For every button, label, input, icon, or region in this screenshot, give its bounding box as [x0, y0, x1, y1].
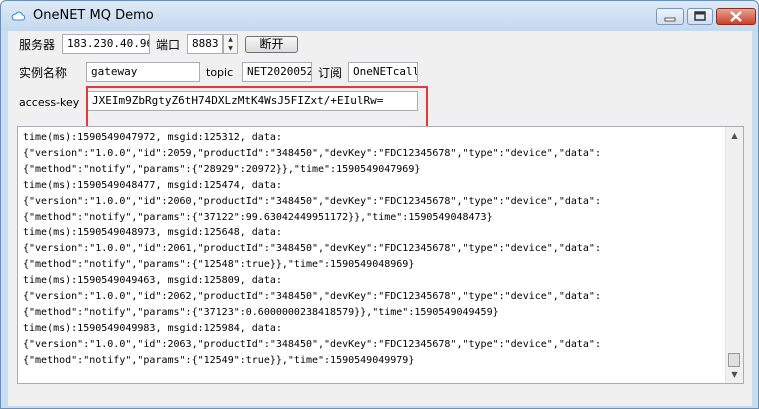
maximize-icon: [694, 11, 706, 21]
log-line: {"version":"1.0.0","id":2062,"productId"…: [23, 291, 601, 303]
log-line: time(ms):1590549048477, msgid:125474, da…: [23, 179, 282, 191]
log-line: time(ms):1590549047972, msgid:125312, da…: [23, 132, 282, 143]
log-line: {"version":"1.0.0","id":2061,"productId"…: [23, 243, 601, 255]
arrow-up-icon[interactable]: ▲: [726, 127, 743, 144]
maximize-button[interactable]: [687, 8, 713, 25]
port-stepper[interactable]: ▲ ▼: [223, 34, 238, 54]
message-log[interactable]: time(ms):1590549047972, msgid:125312, da…: [17, 126, 744, 384]
instance-name-field[interactable]: gateway: [86, 62, 200, 82]
access-key-label: access-key: [19, 96, 80, 109]
disconnect-button[interactable]: 断开: [245, 36, 298, 53]
port-field[interactable]: 8883: [187, 34, 223, 54]
close-icon: [730, 11, 742, 22]
scroll-thumb[interactable]: [728, 353, 740, 367]
log-line: time(ms):1590549049463, msgid:125809, da…: [23, 275, 282, 287]
log-line: {"method":"notify","params":{"37122":99.…: [23, 211, 493, 223]
log-line: {"method":"notify","params":{"37123":0.6…: [23, 306, 499, 318]
minimize-icon: [664, 17, 676, 22]
minimize-button[interactable]: [656, 8, 684, 25]
cloud-icon: [11, 11, 25, 21]
log-line: {"version":"1.0.0","id":2059,"productId"…: [23, 147, 601, 159]
topic-field[interactable]: NET20200526: [242, 62, 312, 82]
close-button[interactable]: [716, 8, 756, 25]
log-line: {"method":"notify","params":{"28929":209…: [23, 163, 421, 175]
stepper-down-icon[interactable]: ▼: [224, 44, 237, 53]
title-bar[interactable]: OneNET MQ Demo: [1, 1, 758, 31]
log-lines: time(ms):1590549047972, msgid:125312, da…: [23, 130, 723, 369]
log-line: {"method":"notify","params":{"12549":tru…: [23, 354, 415, 366]
server-address-field[interactable]: 183.230.40.96: [62, 34, 150, 54]
window-title: OneNET MQ Demo: [33, 8, 154, 23]
topic-label: topic: [206, 66, 234, 79]
client-area: 服务器 183.230.40.96 端口 8883 ▲ ▼ 断开 实例名称 ga…: [8, 31, 752, 406]
app-window: OneNET MQ Demo 服务器 183.230.40.96 端口 8883…: [0, 0, 759, 409]
subscribe-field[interactable]: OneNETcall: [348, 62, 418, 82]
arrow-down-icon[interactable]: ▼: [726, 366, 743, 383]
port-label: 端口: [156, 38, 181, 52]
log-line: time(ms):1590549049983, msgid:125984, da…: [23, 322, 282, 334]
instance-name-label: 实例名称: [19, 66, 68, 80]
log-scrollbar[interactable]: ▲ ▼: [725, 127, 743, 383]
log-line: {"version":"1.0.0","id":2060,"productId"…: [23, 195, 601, 207]
log-line: time(ms):1590549048973, msgid:125648, da…: [23, 227, 282, 239]
stepper-up-icon[interactable]: ▲: [224, 35, 237, 44]
server-label: 服务器: [19, 38, 56, 52]
log-line: {"version":"1.0.0","id":2063,"productId"…: [23, 338, 601, 350]
subscribe-label: 订阅: [318, 66, 343, 80]
log-line: {"method":"notify","params":{"12548":tru…: [23, 259, 415, 271]
